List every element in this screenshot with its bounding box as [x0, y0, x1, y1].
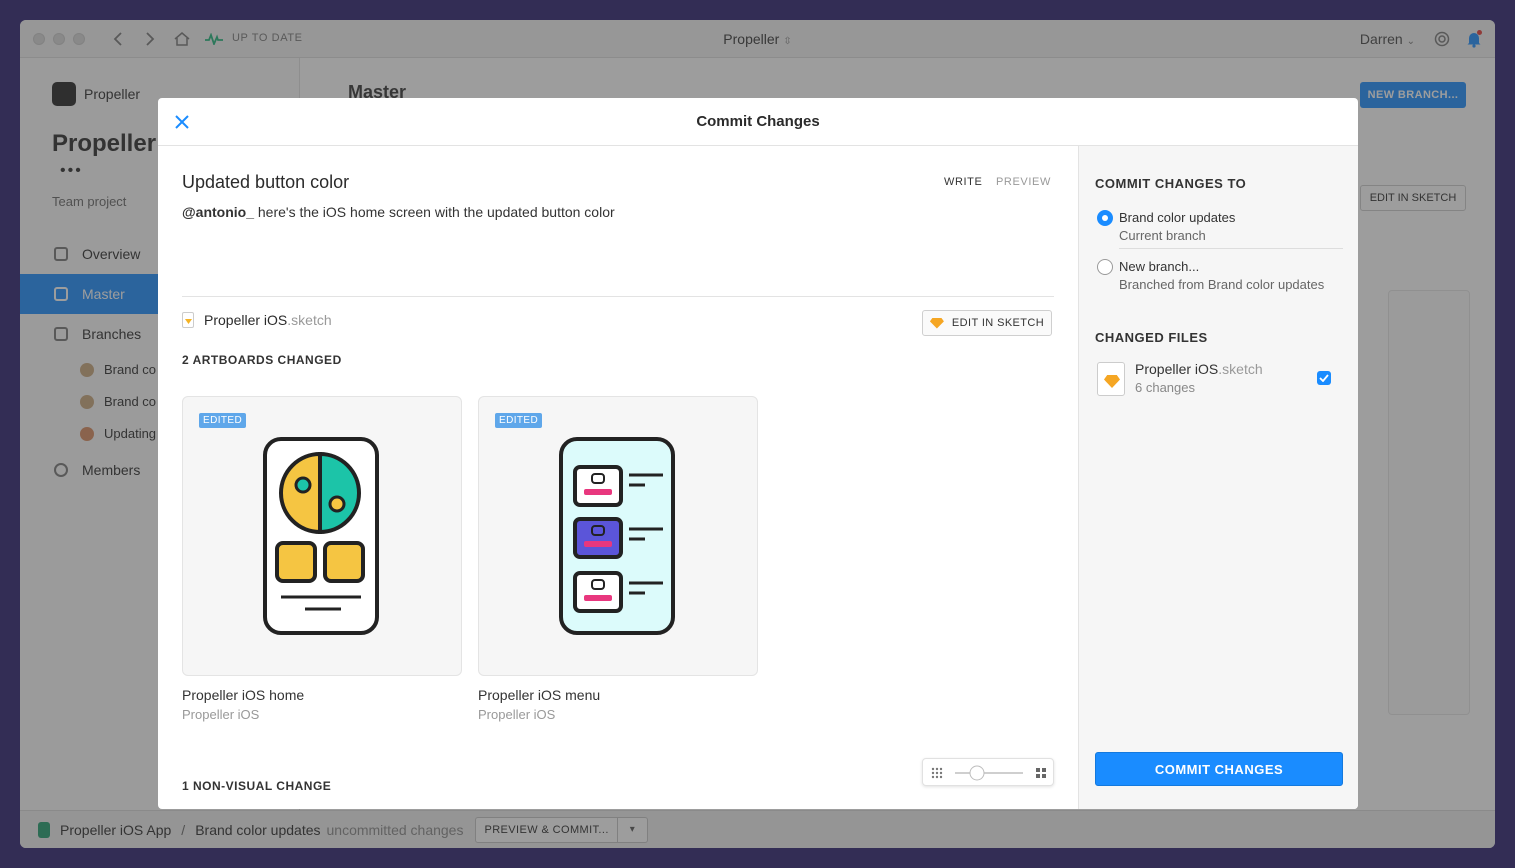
option-label[interactable]: Brand color updates [1119, 210, 1235, 225]
artboard-menu-thumbnail [559, 437, 675, 635]
divider [182, 296, 1054, 297]
sketch-diamond-icon [929, 317, 944, 329]
dialog-title: Commit Changes [696, 113, 820, 130]
artboard-document: Propeller iOS [478, 707, 556, 722]
artboard-document: Propeller iOS [182, 707, 260, 722]
nonvisual-change-heading: 1 NON-VISUAL CHANGE [182, 779, 332, 793]
changed-file-header: Propeller iOS .sketch [182, 312, 332, 328]
file-extension: .sketch [287, 312, 332, 328]
zoom-slider-thumb[interactable] [969, 765, 985, 781]
commit-editor: Updated button color WRITE PREVIEW @anto… [158, 146, 1078, 809]
changed-file-count: 6 changes [1135, 380, 1195, 395]
artboard-name[interactable]: Propeller iOS home [182, 687, 304, 703]
sketch-file-icon [182, 312, 194, 328]
changed-file-name: Propeller iOS.sketch [1135, 361, 1263, 377]
radio-current-branch[interactable] [1097, 210, 1113, 226]
commit-title-input[interactable]: Updated button color [182, 172, 349, 193]
small-grid-icon [931, 767, 943, 779]
sketch-file-icon [1097, 362, 1125, 396]
tab-preview[interactable]: PREVIEW [996, 176, 1051, 188]
commit-changes-dialog: Commit Changes Updated button color WRIT… [158, 98, 1358, 809]
artboards-changed-heading: 2 ARTBOARDS CHANGED [182, 353, 342, 367]
radio-new-branch[interactable] [1097, 259, 1113, 275]
large-grid-icon [1036, 768, 1046, 778]
edit-in-sketch-label: EDIT IN SKETCH [951, 317, 1045, 329]
option-sublabel: Current branch [1119, 228, 1206, 243]
sketch-diamond-icon [1104, 375, 1120, 388]
edited-badge: EDITED [495, 413, 543, 428]
commit-message-input[interactable]: @antonio_ here's the iOS home screen wit… [182, 204, 615, 220]
user-mention: @antonio_ [182, 204, 254, 220]
checkmark-icon [1319, 374, 1329, 382]
dialog-header: Commit Changes [158, 98, 1358, 146]
thumbnail-size-control [922, 758, 1054, 786]
edited-badge: EDITED [199, 413, 247, 428]
tab-write[interactable]: WRITE [944, 176, 982, 188]
commit-target-heading: COMMIT CHANGES TO [1095, 176, 1247, 191]
artboard-card-home[interactable]: EDITED [182, 396, 462, 676]
message-text: here's the iOS home screen with the upda… [253, 204, 615, 220]
option-sublabel: Branched from Brand color updates [1119, 277, 1325, 292]
commit-options-panel: COMMIT CHANGES TO Brand color updates Cu… [1078, 146, 1358, 809]
file-name: Propeller iOS [1135, 361, 1219, 377]
file-name: Propeller iOS [204, 312, 288, 328]
changed-files-heading: CHANGED FILES [1095, 330, 1208, 345]
edit-in-sketch-button[interactable]: EDIT IN SKETCH [922, 310, 1052, 336]
artboard-card-menu[interactable]: EDITED [478, 396, 758, 676]
include-file-checkbox[interactable] [1317, 371, 1331, 385]
artboard-home-thumbnail [263, 437, 379, 635]
file-extension: .sketch [1218, 361, 1263, 377]
commit-changes-button[interactable]: COMMIT CHANGES [1095, 752, 1343, 786]
option-label[interactable]: New branch... [1119, 259, 1199, 274]
artboard-name[interactable]: Propeller iOS menu [478, 687, 600, 703]
divider [1119, 248, 1343, 249]
